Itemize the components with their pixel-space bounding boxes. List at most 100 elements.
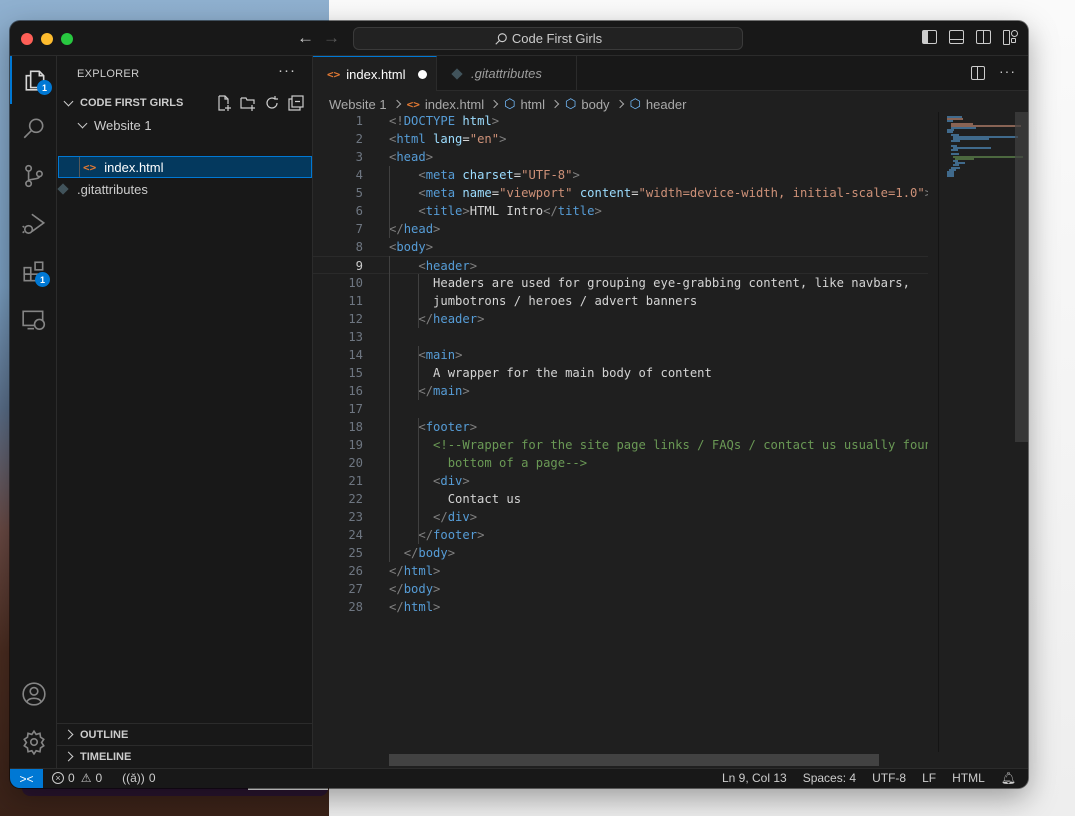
breadcrumb-item[interactable]: body xyxy=(581,97,609,112)
encoding[interactable]: UTF-8 xyxy=(872,771,906,785)
code-line[interactable]: 20 bottom of a page--> xyxy=(313,454,928,472)
code-line[interactable]: 28 </html> xyxy=(313,598,928,616)
code-line[interactable]: 14 <main> xyxy=(313,346,928,364)
command-center-search[interactable]: Code First Girls xyxy=(353,27,743,50)
activity-run-debug[interactable] xyxy=(10,200,57,248)
layout-controls xyxy=(922,30,1018,45)
indentation[interactable]: Spaces: 4 xyxy=(803,771,856,785)
code-line[interactable]: 11 jumbotrons / heroes / advert banners xyxy=(313,292,928,310)
remote-icon: >< xyxy=(19,772,34,786)
tab-gitattributes[interactable]: .gitattributes xyxy=(437,56,577,91)
new-file-icon[interactable] xyxy=(216,95,232,111)
code-text: A wrapper for the main body of content xyxy=(389,366,712,380)
file-index-html[interactable]: <> index.html xyxy=(58,156,312,178)
file-gitattributes[interactable]: .gitattributes xyxy=(57,178,312,200)
breadcrumb: Website 1 <> index.html ⬡ html ⬡ body ⬡ … xyxy=(329,94,686,114)
code-line[interactable]: 6 <title>HTML Intro</title> xyxy=(313,202,928,220)
problems-indicator[interactable]: × 0 ⚠ 0 ((ǎ)) 0 xyxy=(52,771,156,785)
code-line[interactable]: 9 <header> xyxy=(313,256,928,274)
code-text: <meta charset="UTF-8"> xyxy=(418,168,580,182)
activity-search[interactable] xyxy=(10,104,57,152)
split-editor-icon[interactable] xyxy=(971,66,985,80)
code-line[interactable]: 4 <meta charset="UTF-8"> xyxy=(313,166,928,184)
outline-panel-header[interactable]: OUTLINE xyxy=(57,723,312,745)
code-line[interactable]: 3 <head> xyxy=(313,148,928,166)
code-line[interactable]: 19 <!--Wrapper for the site page links /… xyxy=(313,436,928,454)
activity-remote-explorer[interactable] xyxy=(10,296,57,344)
code-line[interactable]: 21 <div> xyxy=(313,472,928,490)
minimap-line xyxy=(951,140,960,143)
refresh-icon[interactable] xyxy=(264,95,280,111)
tab-label: index.html xyxy=(346,66,406,82)
minimize-window-button[interactable] xyxy=(41,33,53,45)
html-file-icon: <> xyxy=(406,97,420,111)
close-window-button[interactable] xyxy=(21,33,33,45)
line-number: 5 xyxy=(355,186,363,200)
code-line[interactable]: 7 </head> xyxy=(313,220,928,238)
activity-bar: 1 1 xyxy=(10,56,57,768)
activity-source-control[interactable] xyxy=(10,152,57,200)
code-line[interactable]: 2 <html lang="en"> xyxy=(313,130,928,148)
code-editor[interactable]: 1 <!DOCTYPE html> 2 <html lang="en"> 3 <head>… xyxy=(313,112,928,752)
sidebar-more-actions[interactable]: ··· xyxy=(278,62,296,79)
code-line[interactable]: 22 Contact us xyxy=(313,490,928,508)
activity-extensions[interactable]: 1 xyxy=(10,248,57,296)
forward-arrow-icon[interactable]: → xyxy=(323,28,340,48)
line-number: 21 xyxy=(348,474,363,488)
line-number: 25 xyxy=(348,546,363,560)
horizontal-scrollbar[interactable] xyxy=(389,754,879,766)
toggle-secondary-sidebar-icon[interactable] xyxy=(976,30,991,44)
code-line[interactable]: 23 </div> xyxy=(313,508,928,526)
back-arrow-icon[interactable]: ← xyxy=(297,28,314,48)
toggle-panel-icon[interactable] xyxy=(949,30,964,44)
code-line[interactable]: 26 </html> xyxy=(313,562,928,580)
unsaved-dot-icon[interactable] xyxy=(417,69,427,79)
chevron-right-icon xyxy=(63,751,74,762)
workspace-section-header[interactable]: CODE FIRST GIRLS xyxy=(57,92,312,114)
tab-index-html[interactable]: <> index.html xyxy=(313,56,437,91)
line-number: 1 xyxy=(355,114,363,128)
code-line[interactable]: 27 </body> xyxy=(313,580,928,598)
customize-layout-icon[interactable] xyxy=(1003,30,1018,45)
breadcrumb-item[interactable]: html xyxy=(520,97,545,112)
vertical-scrollbar[interactable] xyxy=(1015,112,1028,442)
code-line[interactable]: 25 </body> xyxy=(313,544,928,562)
line-number: 24 xyxy=(348,528,363,542)
breadcrumb-item[interactable]: index.html xyxy=(425,97,484,112)
code-line[interactable]: 17 xyxy=(313,400,928,418)
code-line[interactable]: 12 </header> xyxy=(313,310,928,328)
code-line[interactable]: 10 Headers are used for grouping eye-gra… xyxy=(313,274,928,292)
code-line[interactable]: 13 xyxy=(313,328,928,346)
minimap[interactable] xyxy=(938,112,1023,752)
activity-accounts[interactable] xyxy=(10,670,57,718)
line-number: 26 xyxy=(348,564,363,578)
code-line[interactable]: 5 <meta name="viewport" content="width=d… xyxy=(313,184,928,202)
code-line[interactable]: 15 A wrapper for the main body of conten… xyxy=(313,364,928,382)
folder-website-1[interactable]: Website 1 xyxy=(57,114,312,136)
notifications-bell-icon[interactable]: 🔔︎ xyxy=(1001,771,1016,785)
end-of-line[interactable]: LF xyxy=(922,771,936,785)
code-line[interactable]: 18 <footer> xyxy=(313,418,928,436)
code-line[interactable]: 16 </main> xyxy=(313,382,928,400)
cursor-position[interactable]: Ln 9, Col 13 xyxy=(722,771,787,785)
activity-explorer[interactable]: 1 xyxy=(10,56,57,104)
toggle-primary-sidebar-icon[interactable] xyxy=(922,30,937,44)
code-text: <!DOCTYPE html> xyxy=(389,114,500,128)
breadcrumb-item[interactable]: header xyxy=(646,97,686,112)
remote-indicator-button[interactable]: >< xyxy=(10,769,43,788)
more-actions-icon[interactable]: ··· xyxy=(999,63,1016,79)
new-folder-icon[interactable] xyxy=(240,95,256,111)
language-mode[interactable]: HTML xyxy=(952,771,985,785)
search-icon xyxy=(23,118,43,139)
timeline-panel-header[interactable]: TIMELINE xyxy=(57,745,312,767)
line-number: 6 xyxy=(355,204,363,218)
maximize-window-button[interactable] xyxy=(61,33,73,45)
code-line[interactable]: 8 <body> xyxy=(313,238,928,256)
code-line[interactable]: 1 <!DOCTYPE html> xyxy=(313,112,928,130)
status-bar: >< × 0 ⚠ 0 ((ǎ)) 0 Ln 9, Col 13 Spaces: … xyxy=(10,768,1028,788)
breadcrumb-item[interactable]: Website 1 xyxy=(329,97,387,112)
code-text: <title>HTML Intro</title> xyxy=(418,204,602,218)
activity-manage[interactable] xyxy=(10,718,57,766)
collapse-all-icon[interactable] xyxy=(288,95,304,111)
code-line[interactable]: 24 </footer> xyxy=(313,526,928,544)
